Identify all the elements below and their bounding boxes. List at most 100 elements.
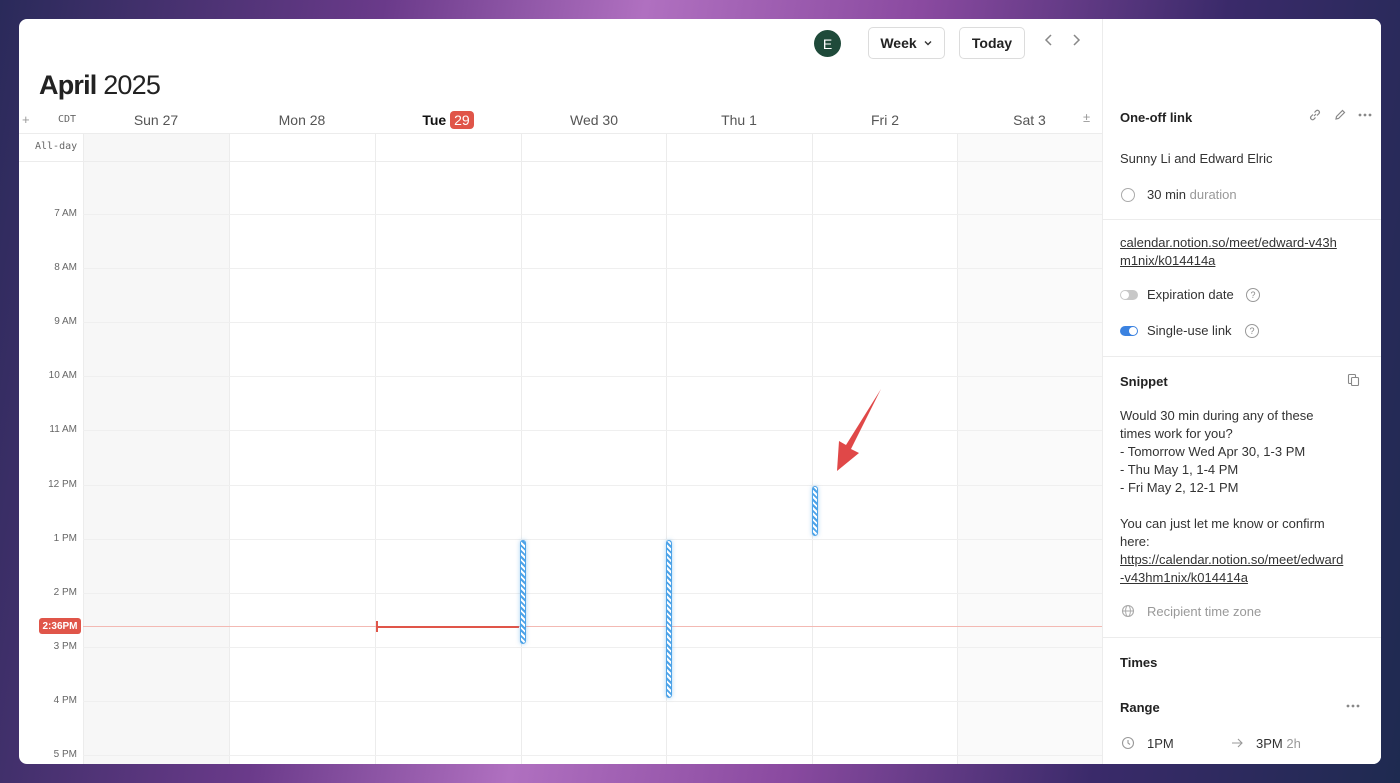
plus-minus-icon[interactable]: ± (1083, 110, 1090, 125)
hour-label: 10 AM (48, 370, 77, 381)
today-button[interactable]: Today (959, 27, 1025, 59)
day-header-thu[interactable]: Thu 1 (666, 107, 812, 133)
one-off-link-panel: One-off link Sunny Li and Edward Elric 3… (1102, 19, 1381, 764)
hour-line (83, 268, 1102, 269)
single-use-label: Single-use link (1147, 323, 1232, 338)
hour-label: 5 PM (53, 749, 77, 760)
range-start[interactable]: 1PM (1147, 735, 1174, 753)
user-avatar[interactable]: E (814, 30, 841, 57)
duration-label: duration (1189, 187, 1237, 202)
toggle-knob (1121, 291, 1129, 299)
column-line (229, 133, 230, 764)
hour-line (83, 322, 1102, 323)
allday-divider (19, 161, 1102, 162)
column-line (375, 133, 376, 764)
edit-pencil-icon[interactable] (1332, 108, 1348, 125)
snippet-line: - Thu May 1, 1-4 PM (1120, 462, 1239, 477)
day-header-mon[interactable]: Mon 28 (229, 107, 375, 133)
day-header-tue[interactable]: Tue 29 (375, 107, 521, 133)
snippet-line: - Fri May 2, 12-1 PM (1120, 480, 1239, 495)
add-timezone-icon[interactable]: + (22, 112, 30, 127)
hour-label: 1 PM (53, 533, 77, 544)
view-select-button[interactable]: Week (868, 27, 945, 59)
snippet-line: Would 30 min during any of these (1120, 408, 1314, 423)
divider (1103, 637, 1381, 638)
times-title: Times (1120, 655, 1158, 670)
help-icon[interactable]: ? (1245, 324, 1259, 338)
hour-label: 7 AM (54, 208, 77, 219)
hour-line (83, 539, 1102, 540)
hour-line (83, 376, 1102, 377)
range-duration: 2h (1286, 736, 1301, 751)
divider (1103, 356, 1381, 357)
duration-text[interactable]: 30 min duration (1147, 186, 1237, 204)
hour-label: 12 PM (48, 479, 77, 490)
duration-value: 30 min (1147, 187, 1187, 202)
meeting-link-line2[interactable]: m1nix/k014414a (1120, 252, 1215, 270)
availability-slot-fri[interactable] (812, 486, 818, 536)
range-end-time: 3PM (1256, 736, 1283, 751)
hour-line (83, 593, 1102, 594)
day-header-sun[interactable]: Sun 27 (83, 107, 229, 133)
month-title: April 2025 (39, 70, 161, 101)
view-select-label: Week (880, 35, 917, 51)
hour-label: 2 PM (53, 587, 77, 598)
availability-slot-wed[interactable] (520, 540, 526, 644)
meeting-link-line1[interactable]: calendar.notion.so/meet/edward-v43h (1120, 234, 1337, 252)
chevron-right-icon[interactable] (1068, 33, 1084, 52)
day-header-fri[interactable]: Fri 2 (812, 107, 958, 133)
annotation-arrow-icon (837, 389, 881, 471)
availability-slot-thu[interactable] (666, 540, 672, 698)
duration-icon (1121, 188, 1135, 202)
range-more-icon[interactable] (1345, 699, 1361, 716)
link-icon[interactable] (1307, 108, 1323, 125)
hour-line (83, 701, 1102, 702)
single-use-toggle[interactable] (1120, 326, 1138, 336)
hour-line (83, 430, 1102, 431)
range-title: Range (1120, 700, 1160, 715)
chevron-down-icon (924, 41, 932, 46)
toggle-knob (1129, 327, 1137, 335)
recipient-timezone-label[interactable]: Recipient time zone (1147, 603, 1261, 621)
snippet-link-line2[interactable]: -v43hm1nix/k014414a (1120, 569, 1248, 587)
header-divider (19, 133, 1102, 134)
snippet-line: You can just let me know or confirm (1120, 516, 1325, 531)
hour-label: 4 PM (53, 695, 77, 706)
sunday-column-shade (83, 133, 229, 764)
saturday-column-shade (957, 133, 1102, 764)
hour-label: 9 AM (54, 316, 77, 327)
hour-line (83, 755, 1102, 756)
column-line (83, 133, 84, 764)
month-year: 2025 (103, 70, 161, 100)
copy-icon[interactable] (1345, 373, 1361, 390)
hour-label: 3 PM (53, 641, 77, 652)
snippet-line: times work for you? (1120, 426, 1233, 441)
globe-icon (1120, 604, 1136, 621)
hour-line (83, 647, 1102, 648)
divider (1103, 219, 1381, 220)
day-header-tue-label: Tue (422, 112, 447, 128)
expiration-label: Expiration date (1147, 287, 1234, 302)
expiration-toggle[interactable] (1120, 290, 1138, 300)
current-time-line (83, 626, 1102, 627)
participants-text: Sunny Li and Edward Elric (1120, 151, 1273, 166)
snippet-link-line1[interactable]: https://calendar.notion.so/meet/edward (1120, 551, 1343, 569)
column-line (957, 133, 958, 764)
help-icon[interactable]: ? (1246, 288, 1260, 302)
panel-title: One-off link (1120, 110, 1193, 125)
current-time-today-segment (377, 626, 519, 628)
allday-label: All-day (35, 141, 78, 152)
more-options-icon[interactable] (1357, 108, 1373, 125)
hour-line (83, 485, 1102, 486)
current-time-marker (376, 621, 378, 632)
day-header-wed[interactable]: Wed 30 (521, 107, 667, 133)
clock-icon (1120, 736, 1136, 753)
today-date-badge: 29 (450, 111, 474, 129)
snippet-line: here: (1120, 534, 1150, 549)
column-line (521, 133, 522, 764)
month-name: April (39, 70, 97, 100)
range-end[interactable]: 3PM 2h (1256, 735, 1301, 753)
day-header-sat[interactable]: Sat 3 (957, 107, 1102, 133)
snippet-title: Snippet (1120, 374, 1168, 389)
chevron-left-icon[interactable] (1041, 33, 1057, 52)
